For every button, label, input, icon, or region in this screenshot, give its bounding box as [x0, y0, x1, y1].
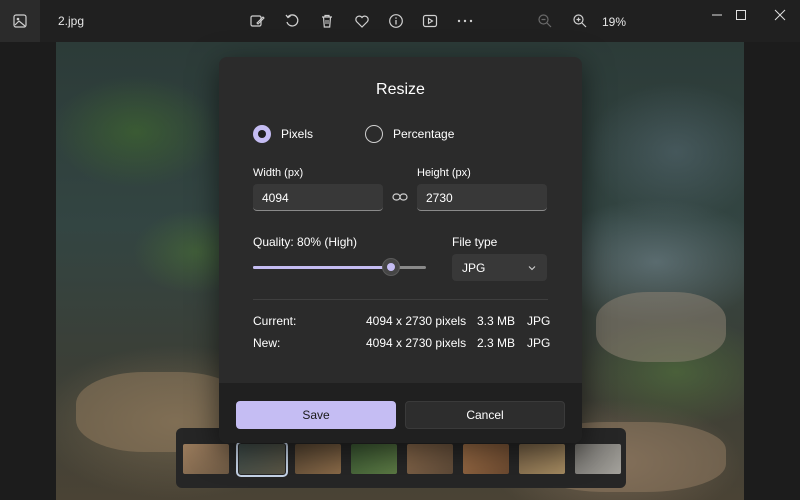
- cancel-button[interactable]: Cancel: [405, 401, 565, 429]
- info-icon[interactable]: [386, 11, 406, 31]
- save-button[interactable]: Save: [236, 401, 396, 429]
- current-info-row: Current: 4094 x 2730 pixels 3.3 MB JPG: [253, 314, 551, 330]
- thumbnail[interactable]: [183, 444, 229, 474]
- thumbnail[interactable]: [407, 444, 453, 474]
- new-size: 2.3 MB: [477, 336, 516, 350]
- new-info-row: New: 4094 x 2730 pixels 2.3 MB JPG: [253, 336, 551, 352]
- photos-app-icon[interactable]: [0, 0, 40, 42]
- title-bar: 2.jpg 19%: [0, 0, 800, 42]
- thumbnail[interactable]: [463, 444, 509, 474]
- more-icon[interactable]: [455, 11, 475, 31]
- zoom-level[interactable]: 19%: [602, 15, 626, 29]
- photo-detail: [596, 292, 726, 362]
- slider-thumb[interactable]: [382, 258, 400, 276]
- pixels-radio[interactable]: Pixels: [253, 125, 313, 143]
- height-input[interactable]: 2730: [417, 184, 547, 211]
- file-type-dropdown[interactable]: JPG: [452, 254, 547, 281]
- close-icon[interactable]: [757, 0, 800, 30]
- delete-icon[interactable]: [317, 11, 337, 31]
- pixels-radio-label: Pixels: [281, 127, 314, 141]
- thumbnail[interactable]: [351, 444, 397, 474]
- radio-checked-icon: [253, 125, 271, 143]
- new-label: New:: [253, 336, 281, 350]
- percentage-radio-label: Percentage: [393, 127, 455, 141]
- thumbnail-selected[interactable]: [236, 441, 288, 477]
- zoom-in-icon[interactable]: [570, 11, 590, 31]
- width-label: Width (px): [253, 167, 304, 179]
- current-size: 3.3 MB: [477, 314, 516, 328]
- file-name: 2.jpg: [58, 14, 85, 28]
- zoom-out-icon[interactable]: [535, 11, 555, 31]
- resize-dialog: Resize Pixels Percentage Width (px) Heig…: [219, 57, 582, 443]
- file-type-label: File type: [452, 235, 498, 249]
- radio-unchecked-icon: [365, 125, 383, 143]
- height-label: Height (px): [417, 167, 471, 179]
- thumbnail[interactable]: [575, 444, 621, 474]
- new-format: JPG: [527, 336, 551, 350]
- current-dimensions: 4094 x 2730 pixels: [366, 314, 467, 328]
- current-label: Current:: [253, 314, 297, 328]
- width-input[interactable]: 4094: [253, 184, 383, 211]
- percentage-radio[interactable]: Percentage: [365, 125, 454, 143]
- new-dimensions: 4094 x 2730 pixels: [366, 336, 467, 350]
- chevron-down-icon: [527, 262, 537, 276]
- dialog-footer: Save Cancel: [219, 383, 582, 443]
- divider: [253, 299, 548, 300]
- rotate-icon[interactable]: [282, 11, 302, 31]
- quality-label: Quality: 80% (High): [253, 235, 358, 249]
- quality-slider[interactable]: [253, 258, 426, 276]
- link-aspect-ratio-icon[interactable]: [390, 188, 410, 206]
- slider-fill: [253, 266, 391, 269]
- slideshow-icon[interactable]: [420, 11, 440, 31]
- thumbnail[interactable]: [295, 444, 341, 474]
- favorite-icon[interactable]: [352, 11, 372, 31]
- thumbnail[interactable]: [519, 444, 565, 474]
- current-format: JPG: [527, 314, 551, 328]
- dialog-title: Resize: [376, 81, 425, 98]
- file-type-value: JPG: [462, 261, 486, 275]
- edit-image-icon[interactable]: [247, 11, 267, 31]
